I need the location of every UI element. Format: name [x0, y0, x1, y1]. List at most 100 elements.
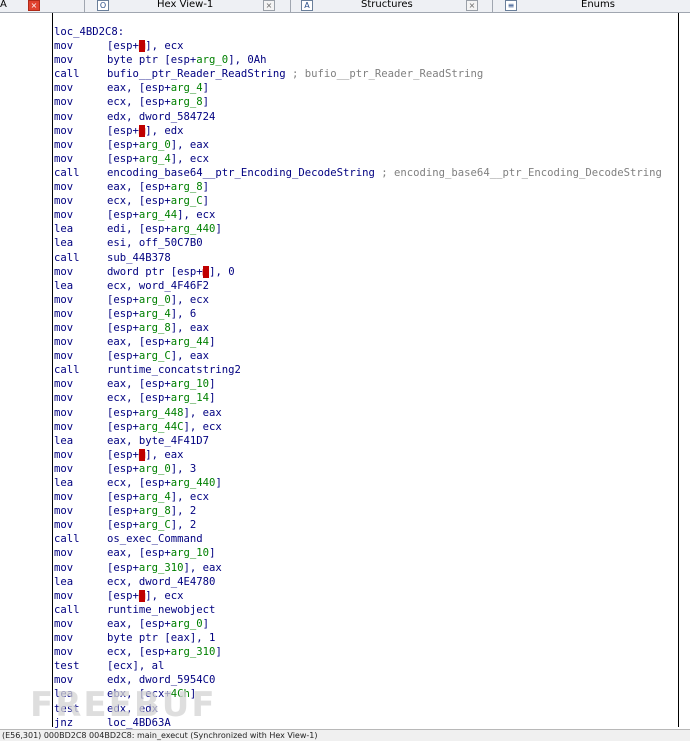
disassembly-block[interactable]: loc_4BD2C8: mov [esp+■], ecx mov byte ptr [… [52, 13, 679, 730]
code-line[interactable]: call encoding_base64__ptr_Encoding_Decode… [54, 166, 678, 180]
close-icon[interactable]: × [28, 0, 40, 11]
code-line[interactable]: mov [esp+arg_8], eax [54, 321, 678, 335]
code-line[interactable]: mov edx, dword_5954C0 [54, 673, 678, 687]
stack-variable[interactable]: arg_4 [139, 308, 171, 320]
stack-variable[interactable]: arg_8 [171, 96, 203, 108]
code-line[interactable]: lea ecx, [esp+arg_440] [54, 476, 678, 490]
code-line[interactable]: mov [esp+arg_44C], ecx [54, 420, 678, 434]
code-line[interactable]: mov [esp+arg_4], ecx [54, 490, 678, 504]
stack-variable[interactable]: arg_0 [171, 618, 203, 630]
stack-variable[interactable]: arg_440 [171, 477, 216, 489]
operand-text: ], 0 [209, 265, 235, 278]
operand-text: ] [215, 646, 222, 659]
code-label[interactable]: loc_4BD2C8: [54, 25, 678, 39]
stack-variable[interactable]: 4Ch [171, 688, 190, 700]
stack-variable[interactable]: arg_0 [139, 139, 171, 151]
code-line[interactable]: mov [esp+■], eax [54, 448, 678, 462]
operands: [esp+arg_448], eax [107, 406, 222, 420]
code-line[interactable]: mov [esp+■], edx [54, 124, 678, 138]
stack-variable[interactable]: arg_14 [171, 392, 209, 404]
code-line[interactable]: lea eax, byte_4F41D7 [54, 434, 678, 448]
stack-variable[interactable]: arg_0 [139, 294, 171, 306]
code-line[interactable]: call bufio__ptr_Reader_ReadString ; bufio… [54, 67, 678, 81]
code-line[interactable]: call runtime_newobject [54, 603, 678, 617]
operands: loc_4BD63A [107, 716, 171, 730]
code-line[interactable]: mov [esp+arg_0], ecx [54, 293, 678, 307]
code-line[interactable]: mov [esp+arg_4], 6 [54, 307, 678, 321]
mnemonic: lea [54, 688, 74, 701]
stack-variable[interactable]: arg_310 [139, 562, 184, 574]
stack-variable[interactable]: arg_44C [139, 421, 184, 433]
mnemonic: lea [54, 279, 74, 292]
code-line[interactable]: lea ebx, [ecx+4Ch] [54, 687, 678, 701]
code-line[interactable]: mov edx, dword_584724 [54, 110, 678, 124]
operand-text: [esp+ [107, 40, 139, 53]
stack-variable[interactable]: arg_8 [171, 181, 203, 193]
tab-enums[interactable]: ≡ Enums [493, 0, 690, 12]
code-line[interactable]: mov [esp+arg_C], 2 [54, 518, 678, 532]
code-line[interactable]: mov [esp+arg_310], eax [54, 561, 678, 575]
stack-variable[interactable]: arg_0 [139, 463, 171, 475]
code-line[interactable]: mov [esp+arg_0], 3 [54, 462, 678, 476]
code-line[interactable]: mov [esp+arg_44], ecx [54, 208, 678, 222]
operand-text: sub_44B378 [107, 251, 171, 264]
code-line[interactable]: mov ecx, [esp+arg_14] [54, 391, 678, 405]
code-line[interactable]: mov [esp+arg_0], eax [54, 138, 678, 152]
stack-variable[interactable]: arg_44 [171, 336, 209, 348]
code-line[interactable]: mov [esp+arg_C], eax [54, 349, 678, 363]
code-line[interactable]: mov [esp+■], ecx [54, 589, 678, 603]
stack-variable[interactable]: arg_0 [196, 54, 228, 66]
mnemonic: lea [54, 434, 74, 447]
operands: esi, off_50C7B0 [107, 236, 203, 250]
close-icon[interactable]: × [263, 0, 275, 11]
code-line[interactable]: jnz loc_4BD63A [54, 716, 678, 730]
code-line[interactable]: mov ecx, [esp+arg_310] [54, 645, 678, 659]
code-line[interactable]: mov [esp+arg_448], eax [54, 406, 678, 420]
stack-variable[interactable]: arg_44 [139, 209, 177, 221]
code-line[interactable]: lea ecx, word_4F46F2 [54, 279, 678, 293]
operand-text: encoding_base64__ptr_Encoding_DecodeStri… [107, 166, 382, 179]
code-line[interactable]: test edx, edx [54, 702, 678, 716]
code-line[interactable]: lea esi, off_50C7B0 [54, 236, 678, 250]
stack-variable[interactable]: arg_C [139, 350, 171, 362]
code-line[interactable]: lea ecx, dword_4E4780 [54, 575, 678, 589]
mnemonic: call [54, 533, 80, 546]
tab-structures[interactable]: A Structures × [291, 0, 491, 12]
code-line[interactable]: mov [esp+■], ecx [54, 39, 678, 53]
code-line[interactable]: mov byte ptr [eax], 1 [54, 631, 678, 645]
code-line[interactable]: mov [esp+arg_4], ecx [54, 152, 678, 166]
code-line[interactable]: mov [esp+arg_8], 2 [54, 504, 678, 518]
stack-variable[interactable]: arg_8 [139, 505, 171, 517]
stack-variable[interactable]: arg_C [171, 195, 203, 207]
code-line[interactable]: mov dword ptr [esp+■], 0 [54, 265, 678, 279]
code-line[interactable]: mov eax, [esp+arg_0] [54, 617, 678, 631]
code-line[interactable]: call sub_44B378 [54, 251, 678, 265]
code-line[interactable]: mov eax, [esp+arg_44] [54, 335, 678, 349]
stack-variable[interactable]: arg_10 [171, 378, 209, 390]
operands: [ecx], al [107, 659, 164, 673]
stack-variable[interactable]: arg_4 [171, 82, 203, 94]
stack-variable[interactable]: arg_C [139, 519, 171, 531]
stack-variable[interactable]: arg_310 [171, 646, 216, 658]
tab-ida-view[interactable]: A × [0, 0, 52, 12]
stack-variable[interactable]: arg_440 [171, 223, 216, 235]
code-line[interactable]: call runtime_concatstring2 [54, 363, 678, 377]
tab-hex-view[interactable]: O Hex View-1 × [85, 0, 290, 12]
code-line[interactable]: mov eax, [esp+arg_10] [54, 546, 678, 560]
stack-variable[interactable]: arg_8 [139, 322, 171, 334]
code-line[interactable]: mov byte ptr [esp+arg_0], 0Ah [54, 53, 678, 67]
code-line[interactable]: mov eax, [esp+arg_4] [54, 81, 678, 95]
stack-variable[interactable]: arg_4 [139, 491, 171, 503]
mnemonic: test [54, 660, 80, 673]
code-line[interactable]: lea edi, [esp+arg_440] [54, 222, 678, 236]
code-line[interactable]: call os_exec_Command [54, 532, 678, 546]
code-line[interactable]: mov eax, [esp+arg_10] [54, 377, 678, 391]
code-line[interactable]: mov eax, [esp+arg_8] [54, 180, 678, 194]
stack-variable[interactable]: arg_448 [139, 407, 184, 419]
code-line[interactable]: test [ecx], al [54, 659, 678, 673]
stack-variable[interactable]: arg_10 [171, 547, 209, 559]
close-icon[interactable]: × [466, 0, 478, 11]
code-line[interactable]: mov ecx, [esp+arg_8] [54, 95, 678, 109]
stack-variable[interactable]: arg_4 [139, 153, 171, 165]
code-line[interactable]: mov ecx, [esp+arg_C] [54, 194, 678, 208]
